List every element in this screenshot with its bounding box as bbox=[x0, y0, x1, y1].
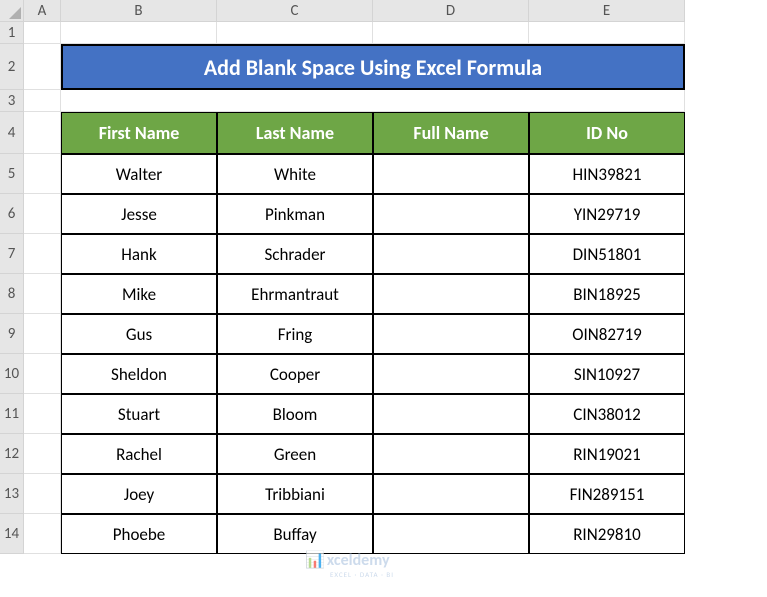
cell-A3[interactable] bbox=[24, 90, 61, 112]
header-id-no[interactable]: ID No bbox=[529, 112, 685, 154]
cell-D10[interactable] bbox=[373, 354, 529, 394]
cell-D1[interactable] bbox=[373, 22, 529, 44]
row-header-7[interactable]: 7 bbox=[0, 234, 24, 274]
cell-A9[interactable] bbox=[24, 314, 61, 354]
cell-C13[interactable]: Tribbiani bbox=[217, 474, 373, 514]
cell-E10[interactable]: SIN10927 bbox=[529, 354, 685, 394]
cell-B12[interactable]: Rachel bbox=[61, 434, 217, 474]
row-header-10[interactable]: 10 bbox=[0, 354, 24, 394]
cell-D7[interactable] bbox=[373, 234, 529, 274]
cell-A5[interactable] bbox=[24, 154, 61, 194]
cell-D9[interactable] bbox=[373, 314, 529, 354]
cell-D12[interactable] bbox=[373, 434, 529, 474]
col-header-C[interactable]: C bbox=[217, 0, 373, 22]
cell-B6[interactable]: Jesse bbox=[61, 194, 217, 234]
cell-A6[interactable] bbox=[24, 194, 61, 234]
cell-E13[interactable]: FIN289151 bbox=[529, 474, 685, 514]
cell-B9[interactable]: Gus bbox=[61, 314, 217, 354]
cell-E11[interactable]: CIN38012 bbox=[529, 394, 685, 434]
cell-E9[interactable]: OIN82719 bbox=[529, 314, 685, 354]
cell-E1[interactable] bbox=[529, 22, 685, 44]
cell-A1[interactable] bbox=[24, 22, 61, 44]
select-all-corner[interactable] bbox=[0, 0, 24, 22]
cell-C8[interactable]: Ehrmantraut bbox=[217, 274, 373, 314]
cell-E12[interactable]: RIN19021 bbox=[529, 434, 685, 474]
row-header-2[interactable]: 2 bbox=[0, 44, 24, 90]
cell-C14[interactable]: Buffay bbox=[217, 514, 373, 554]
cell-B8[interactable]: Mike bbox=[61, 274, 217, 314]
row-header-5[interactable]: 5 bbox=[0, 154, 24, 194]
cell-A13[interactable] bbox=[24, 474, 61, 514]
cell-D14[interactable] bbox=[373, 514, 529, 554]
cell-B5[interactable]: Walter bbox=[61, 154, 217, 194]
cell-A8[interactable] bbox=[24, 274, 61, 314]
cell-A7[interactable] bbox=[24, 234, 61, 274]
cell-B11[interactable]: Stuart bbox=[61, 394, 217, 434]
row-header-12[interactable]: 12 bbox=[0, 434, 24, 474]
cell-B13[interactable]: Joey bbox=[61, 474, 217, 514]
cell-A11[interactable] bbox=[24, 394, 61, 434]
cell-A14[interactable] bbox=[24, 514, 61, 554]
cell-C6[interactable]: Pinkman bbox=[217, 194, 373, 234]
cell-D11[interactable] bbox=[373, 394, 529, 434]
row-header-1[interactable]: 1 bbox=[0, 22, 24, 44]
cell-B1[interactable] bbox=[61, 22, 217, 44]
col-header-D[interactable]: D bbox=[373, 0, 529, 22]
cell-B7[interactable]: Hank bbox=[61, 234, 217, 274]
row-header-3[interactable]: 3 bbox=[0, 90, 24, 112]
row-header-9[interactable]: 9 bbox=[0, 314, 24, 354]
spreadsheet-grid: A B C D E 1 2 Add Blank Space Using Exce… bbox=[0, 0, 767, 554]
col-header-A[interactable]: A bbox=[24, 0, 61, 22]
header-first-name[interactable]: First Name bbox=[61, 112, 217, 154]
cell-A2[interactable] bbox=[24, 44, 61, 90]
row-3-empty[interactable] bbox=[61, 90, 685, 112]
header-full-name[interactable]: Full Name bbox=[373, 112, 529, 154]
cell-C12[interactable]: Green bbox=[217, 434, 373, 474]
row-header-4[interactable]: 4 bbox=[0, 112, 24, 154]
row-header-13[interactable]: 13 bbox=[0, 474, 24, 514]
watermark-subtext: EXCEL · DATA · BI bbox=[330, 570, 394, 579]
header-last-name[interactable]: Last Name bbox=[217, 112, 373, 154]
cell-D13[interactable] bbox=[373, 474, 529, 514]
col-header-E[interactable]: E bbox=[529, 0, 685, 22]
row-header-6[interactable]: 6 bbox=[0, 194, 24, 234]
cell-D8[interactable] bbox=[373, 274, 529, 314]
cell-E14[interactable]: RIN29810 bbox=[529, 514, 685, 554]
cell-C7[interactable]: Schrader bbox=[217, 234, 373, 274]
cell-D5[interactable] bbox=[373, 154, 529, 194]
cell-E8[interactable]: BIN18925 bbox=[529, 274, 685, 314]
cell-C11[interactable]: Bloom bbox=[217, 394, 373, 434]
cell-C1[interactable] bbox=[217, 22, 373, 44]
cell-A12[interactable] bbox=[24, 434, 61, 474]
cell-B14[interactable]: Phoebe bbox=[61, 514, 217, 554]
cell-A10[interactable] bbox=[24, 354, 61, 394]
cell-D6[interactable] bbox=[373, 194, 529, 234]
title-cell[interactable]: Add Blank Space Using Excel Formula bbox=[61, 44, 685, 90]
row-header-14[interactable]: 14 bbox=[0, 514, 24, 554]
cell-C10[interactable]: Cooper bbox=[217, 354, 373, 394]
col-header-B[interactable]: B bbox=[61, 0, 217, 22]
cell-C9[interactable]: Fring bbox=[217, 314, 373, 354]
cell-E7[interactable]: DIN51801 bbox=[529, 234, 685, 274]
cell-A4[interactable] bbox=[24, 112, 61, 154]
cell-B10[interactable]: Sheldon bbox=[61, 354, 217, 394]
cell-C5[interactable]: White bbox=[217, 154, 373, 194]
cell-E5[interactable]: HIN39821 bbox=[529, 154, 685, 194]
cell-E6[interactable]: YIN29719 bbox=[529, 194, 685, 234]
row-header-11[interactable]: 11 bbox=[0, 394, 24, 434]
row-header-8[interactable]: 8 bbox=[0, 274, 24, 314]
